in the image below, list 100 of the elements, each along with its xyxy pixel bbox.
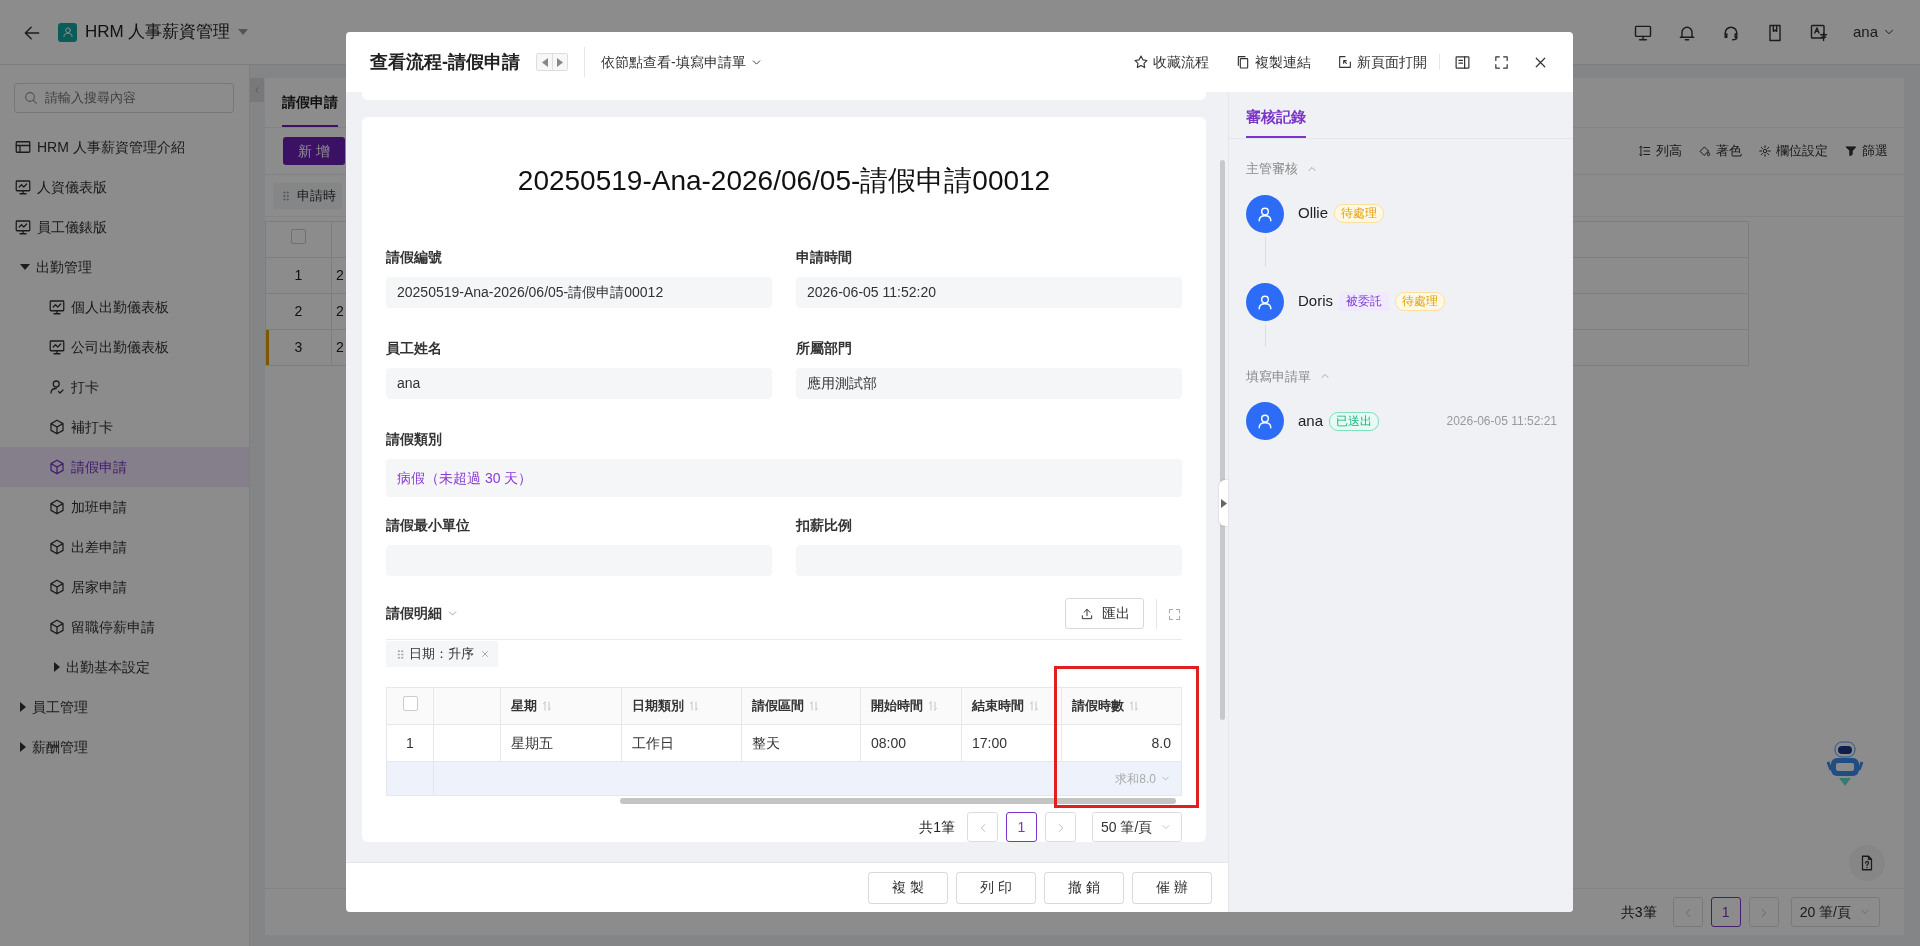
chevron-left-icon: [252, 85, 262, 95]
sort-icon: [1128, 700, 1140, 712]
sidebar-item[interactable]: 個人出勤儀表板: [0, 287, 249, 327]
dialog-title: 查看流程-請假申請: [370, 50, 520, 74]
dashboard-icon: [48, 298, 66, 316]
sort-icon: [808, 700, 820, 712]
sort-chip[interactable]: 申請時: [273, 182, 342, 209]
sort-icon: [541, 700, 553, 712]
line-height-icon: [1638, 144, 1652, 158]
page-size-select[interactable]: 50 筆/頁: [1092, 812, 1182, 842]
copy-icon: [1235, 54, 1251, 70]
sidebar-item[interactable]: 員工管理: [0, 687, 249, 727]
triangle-right-icon: [557, 57, 563, 67]
person-name: Doris: [1298, 291, 1333, 312]
total-count: 共1筆: [919, 817, 955, 837]
page-button[interactable]: 1: [1710, 897, 1741, 927]
sidebar-item[interactable]: 薪酬管理: [0, 727, 249, 767]
add-button[interactable]: 新 增: [283, 137, 345, 165]
status-tag: 已送出: [1329, 411, 1380, 431]
group-title: 填寫申請單: [1246, 367, 1311, 386]
status-tag: 被委託: [1339, 292, 1389, 311]
field-label: 請假類別: [386, 430, 443, 449]
sidebar-item[interactable]: 出勤基本設定: [0, 647, 249, 687]
export-button[interactable]: 匯出: [1065, 598, 1144, 629]
field-label: 請假最小單位: [386, 516, 471, 535]
column-header[interactable]: 星期: [511, 696, 553, 716]
prev-button[interactable]: [537, 54, 552, 70]
footer-button[interactable]: 複 製: [868, 871, 948, 904]
read-only-field: 應用測試部: [796, 368, 1182, 399]
sidebar-item[interactable]: 留職停薪申請: [0, 607, 249, 647]
section-title[interactable]: 請假明細: [386, 603, 459, 624]
search-input[interactable]: 請輸入搜尋內容: [43, 87, 225, 109]
fullscreen-icon: [1493, 54, 1510, 72]
filter-icon: [1844, 144, 1858, 158]
table-cell: 2: [336, 303, 344, 319]
cube-icon: [48, 578, 66, 596]
read-only-field: 20250519-Ana-2026/06/05-請假申請00012: [386, 277, 772, 308]
settings-icon: [1758, 144, 1772, 158]
sidebar-item[interactable]: 出差申請: [0, 527, 249, 567]
sidebar-item[interactable]: 員工儀錶版: [0, 207, 249, 247]
read-only-field: ana: [386, 368, 772, 399]
dashboard-icon: [48, 338, 66, 356]
sort-icon: [1028, 700, 1040, 712]
table-cell: 2: [336, 267, 344, 283]
checkbox[interactable]: [402, 695, 418, 711]
upload-icon: [1079, 606, 1094, 621]
search-field[interactable]: 請輸入搜尋內容: [14, 83, 234, 113]
view-select[interactable]: 依節點查看-填寫申請單: [601, 51, 763, 73]
app-title[interactable]: HRM 人事薪資管理: [85, 19, 231, 45]
collapse-handle[interactable]: [250, 78, 264, 102]
robot-drawing[interactable]: [1826, 738, 1864, 788]
next-button[interactable]: [552, 54, 567, 70]
status-tag: 待處理: [1334, 204, 1384, 223]
select-field[interactable]: 病假（未超過 30 天）: [386, 459, 1182, 497]
form-heading: 20250519-Ana-2026/06/05-請假申請00012: [516, 164, 1052, 198]
sidebar-item[interactable]: 補打卡: [0, 407, 249, 447]
tab[interactable]: 請假申請: [282, 78, 338, 127]
cube-icon: [48, 458, 66, 476]
triangle-left-icon: [541, 57, 548, 67]
table-cell: 8.0: [1151, 734, 1171, 751]
field-label: 員工姓名: [386, 339, 443, 358]
sort-tag[interactable]: 日期：升序: [386, 641, 498, 667]
footer-button[interactable]: 列 印: [956, 871, 1036, 904]
action-button[interactable]: 收藏流程: [1133, 51, 1209, 73]
checkbox[interactable]: [291, 229, 306, 244]
tab[interactable]: 審核記錄: [1246, 93, 1306, 138]
sidebar-item[interactable]: 公司出勤儀表板: [0, 327, 249, 367]
panel-icon: [1454, 54, 1471, 72]
cube-icon: [48, 418, 66, 436]
group-title: 主管審核: [1246, 160, 1298, 178]
triangle-right-icon: [1221, 498, 1227, 508]
translate-icon: [1808, 22, 1829, 43]
sidebar-item[interactable]: 加班申請: [0, 487, 249, 527]
table-cell: 2: [336, 339, 344, 355]
cube-icon: [48, 498, 66, 516]
action-button[interactable]: 新頁面打開: [1337, 51, 1427, 73]
sidebar-item[interactable]: 打卡: [0, 367, 249, 407]
read-only-field: 2026-06-05 11:52:20: [796, 277, 1182, 308]
toolbar-button[interactable]: 列高: [1638, 141, 1682, 161]
table-cell: 工作日: [632, 734, 674, 751]
toolbar-button[interactable]: 篩選: [1844, 141, 1888, 161]
toolbar-button[interactable]: 欄位設定: [1758, 141, 1828, 161]
table-cell: 整天: [752, 734, 780, 751]
caret-icon: [238, 29, 249, 35]
sidebar-item[interactable]: 請假申請: [0, 447, 249, 487]
table-cell: 星期五: [511, 734, 553, 751]
sidebar-item[interactable]: 居家申請: [0, 567, 249, 607]
sidebar-item[interactable]: 出勤管理: [0, 247, 249, 287]
footer-button[interactable]: 催 辦: [1132, 871, 1212, 904]
footer-button[interactable]: 撤 銷: [1044, 871, 1124, 904]
page-size-select[interactable]: 20 筆/頁: [1790, 897, 1880, 927]
toolbar-button[interactable]: 著色: [1698, 141, 1742, 161]
sidebar-item[interactable]: HRM 人事薪資管理介紹: [0, 127, 249, 167]
sidebar-item[interactable]: 人資儀表版: [0, 167, 249, 207]
user-check-icon: [48, 378, 66, 396]
action-button[interactable]: 複製連結: [1235, 51, 1311, 73]
user-menu[interactable]: ana: [1852, 20, 1896, 44]
total-count: 共3筆: [1620, 902, 1657, 922]
page-button[interactable]: 1: [1006, 812, 1037, 842]
table-cell: 08:00: [871, 734, 907, 751]
